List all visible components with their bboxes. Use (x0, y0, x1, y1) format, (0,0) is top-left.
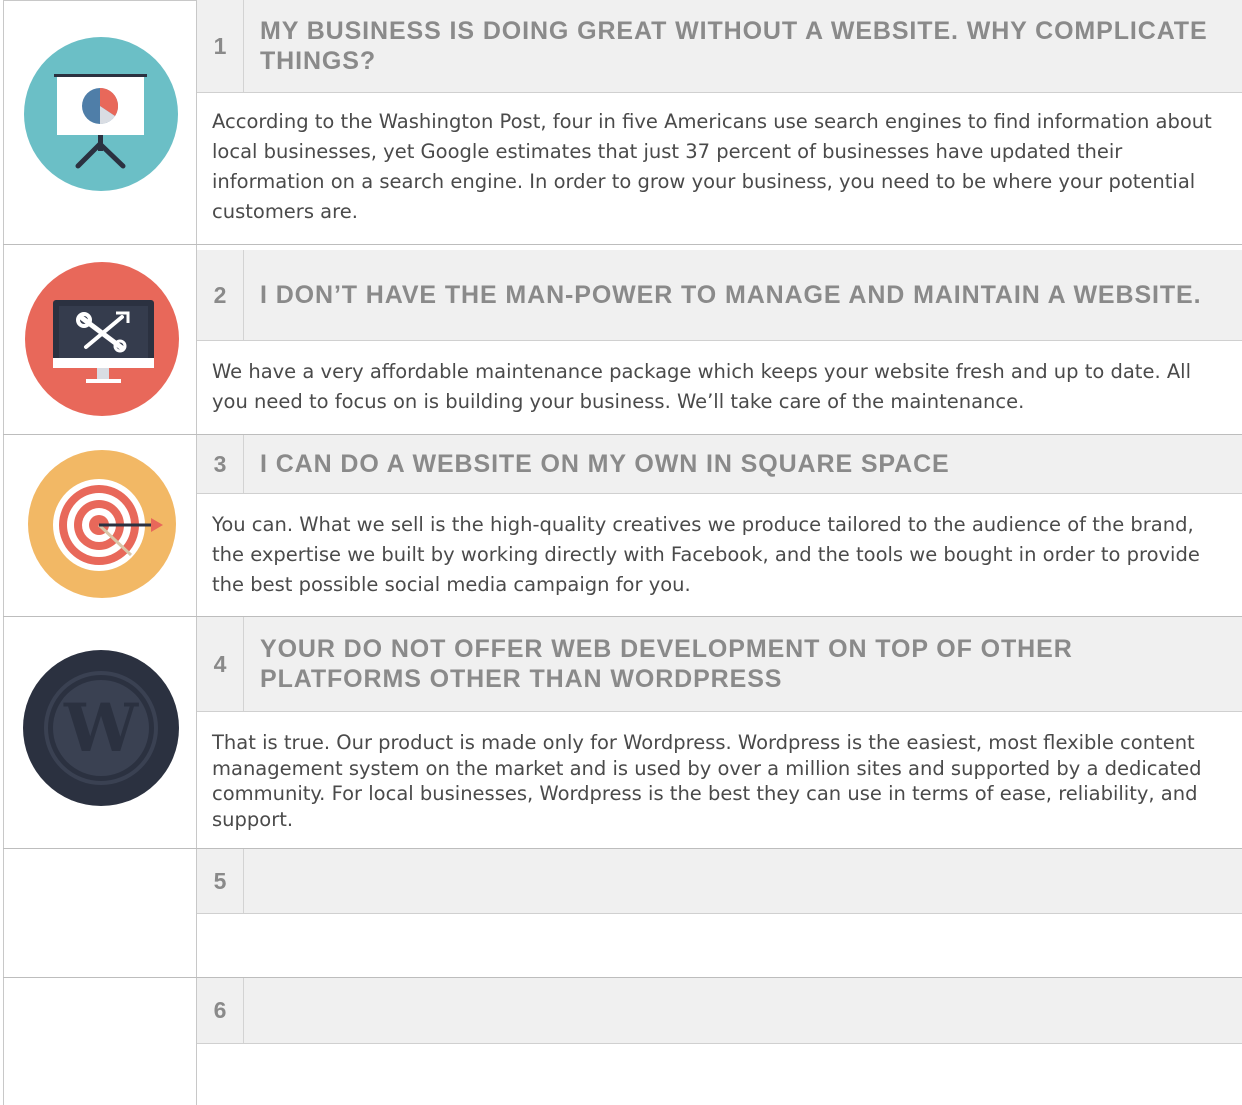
faq-question-5[interactable]: 5 (197, 849, 1242, 914)
faq-answer-3: You can. What we sell is the high-qualit… (212, 513, 1200, 596)
icon-cell-4: W (3, 617, 197, 849)
target-icon (27, 449, 177, 604)
faq-question-1[interactable]: 1 MY BUSINESS IS DOING GREAT WITHOUT A W… (197, 0, 1242, 93)
faq-number: 3 (197, 435, 244, 493)
faq-question-text: I DON’T HAVE THE MAN-POWER TO MANAGE AND… (260, 281, 1202, 309)
svg-text:W: W (63, 689, 139, 767)
faq-question-text (260, 978, 1222, 1043)
faq-question-text (260, 849, 1222, 913)
faq-number: 2 (197, 250, 244, 340)
faq-answer-2: We have a very affordable maintenance pa… (212, 360, 1192, 413)
faq-question-6[interactable]: 6 (197, 978, 1242, 1044)
faq-row-5: 5 (0, 849, 1242, 978)
faq-row-1: 1 MY BUSINESS IS DOING GREAT WITHOUT A W… (0, 0, 1242, 245)
faq-number: 5 (197, 849, 244, 913)
wordpress-icon: W (23, 650, 179, 811)
faq-question-2[interactable]: 2 I DON’T HAVE THE MAN-POWER TO MANAGE A… (197, 250, 1242, 341)
faq-question-4[interactable]: 4 YOUR DO NOT OFFER WEB DEVELOPMENT ON T… (197, 617, 1242, 712)
faq-table: 1 MY BUSINESS IS DOING GREAT WITHOUT A W… (0, 0, 1242, 1105)
faq-number: 6 (197, 978, 244, 1043)
icon-cell-2 (3, 245, 197, 435)
faq-number: 1 (197, 0, 244, 92)
icon-cell-3 (3, 435, 197, 617)
icon-cell-5 (3, 849, 197, 978)
faq-number: 4 (197, 617, 244, 711)
faq-row-6: 6 (0, 978, 1242, 1105)
faq-answer-1: According to the Washington Post, four i… (212, 110, 1212, 223)
monitor-tools-icon (24, 261, 180, 422)
faq-question-text: I CAN DO A WEBSITE ON MY OWN IN SQUARE S… (260, 450, 950, 478)
faq-answer-4: That is true. Our product is made only f… (212, 731, 1202, 831)
icon-cell-1 (3, 0, 197, 245)
faq-row-2: 2 I DON’T HAVE THE MAN-POWER TO MANAGE A… (0, 245, 1242, 435)
icon-cell-6 (3, 978, 197, 1105)
faq-row-4: W 4 YOUR DO NOT OFFER WEB DEVELOPMENT ON… (0, 617, 1242, 849)
faq-question-text: YOUR DO NOT OFFER WEB DEVELOPMENT ON TOP… (260, 635, 1073, 693)
faq-question-3[interactable]: 3 I CAN DO A WEBSITE ON MY OWN IN SQUARE… (197, 435, 1242, 494)
faq-question-text: MY BUSINESS IS DOING GREAT WITHOUT A WEB… (260, 17, 1208, 75)
faq-row-3: 3 I CAN DO A WEBSITE ON MY OWN IN SQUARE… (0, 435, 1242, 617)
presentation-chart-icon (23, 36, 179, 197)
